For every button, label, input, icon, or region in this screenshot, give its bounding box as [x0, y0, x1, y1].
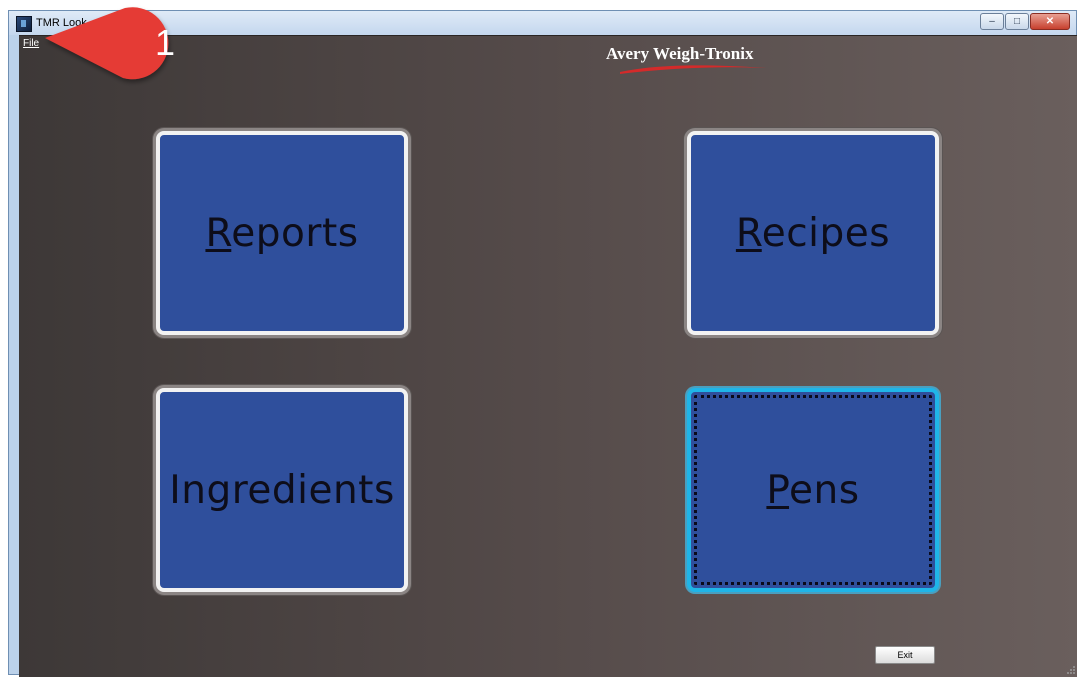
reports-button[interactable]: Reports: [156, 131, 408, 335]
window-controls: – □ ✕: [979, 13, 1070, 31]
resize-grip-icon[interactable]: [1066, 665, 1076, 675]
reports-label: Reports: [205, 210, 359, 256]
exit-button[interactable]: Exit: [875, 646, 935, 664]
pens-button[interactable]: Pens: [687, 388, 939, 592]
logo-swoosh-icon: [620, 65, 766, 74]
callout-number: 1: [154, 22, 176, 63]
app-window: TMR Look – □ ✕ File Avery Weigh-Tronix R…: [8, 10, 1077, 677]
app-icon: [16, 16, 32, 32]
step-callout: 1: [37, 0, 187, 100]
avery-weigh-tronix-logo: Avery Weigh-Tronix: [606, 44, 786, 78]
recipes-label: Recipes: [735, 210, 891, 256]
recipes-button[interactable]: Recipes: [687, 131, 939, 335]
ingredients-button[interactable]: Ingredients: [156, 388, 408, 592]
main-panel: File Avery Weigh-Tronix Reports Recipes …: [19, 35, 1077, 677]
minimize-button[interactable]: –: [980, 13, 1004, 30]
maximize-button[interactable]: □: [1005, 13, 1029, 30]
logo-text: Avery Weigh-Tronix: [606, 44, 754, 63]
pens-label: Pens: [766, 467, 860, 513]
close-button[interactable]: ✕: [1030, 13, 1070, 30]
ingredients-label: Ingredients: [169, 467, 395, 513]
